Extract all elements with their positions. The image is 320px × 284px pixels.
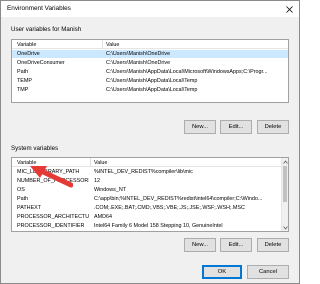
user-edit-button[interactable]: Edit...	[220, 120, 252, 134]
red-arrow-icon	[30, 166, 73, 188]
system-row-pathext[interactable]: PATHEXT .COM;.EXE;.BAT;.CMD;.VBS;.VBE;.J…	[12, 204, 288, 212]
system-row-processor-identifier[interactable]: PROCESSOR_IDENTIFIER Intel64 Family 6 Mo…	[12, 222, 288, 230]
system-col-value[interactable]: Value	[94, 160, 107, 166]
cancel-button[interactable]: Cancel	[247, 265, 289, 279]
scroll-down-icon[interactable]	[282, 224, 288, 231]
user-col-value[interactable]: Value	[106, 42, 119, 48]
user-row-temp[interactable]: TEMP C:\Users\Manish\AppData\Local\Temp	[12, 77, 288, 85]
system-delete-button[interactable]: Delete	[257, 238, 289, 252]
user-delete-button[interactable]: Delete	[257, 120, 289, 134]
environment-variables-dialog: Environment Variables User variables for…	[0, 0, 300, 284]
user-row-path[interactable]: Path C:\Users\Manish\AppData\Local\Micro…	[12, 68, 288, 76]
user-row-onedriveconsumer[interactable]: OneDriveConsumer C:\Users\Manish\OneDriv…	[12, 59, 288, 67]
user-variables-list[interactable]: Variable Value OneDrive C:\Users\Manish\…	[11, 39, 289, 103]
close-icon	[285, 5, 293, 13]
system-edit-button[interactable]: Edit...	[220, 238, 252, 252]
user-row-tmp[interactable]: TMP C:\Users\Manish\AppData\Local\Temp	[12, 86, 288, 94]
user-row-onedrive[interactable]: OneDrive C:\Users\Manish\OneDrive	[12, 50, 288, 59]
system-new-button[interactable]: New...	[184, 238, 216, 252]
ok-button[interactable]: OK	[202, 265, 242, 279]
system-row-path[interactable]: Path C:\app\bin;%INTEL_DEV_REDIST%redist…	[12, 195, 288, 203]
scroll-up-icon[interactable]	[282, 158, 288, 165]
system-list-scrollbar[interactable]	[281, 158, 288, 231]
scroll-thumb[interactable]	[283, 166, 287, 202]
user-variables-title: User variables for Manish	[11, 26, 82, 33]
system-row-processor-architecture[interactable]: PROCESSOR_ARCHITECTURE AMD64	[12, 213, 288, 221]
user-list-header: Variable Value	[12, 40, 288, 49]
title-bar: Environment Variables	[1, 1, 299, 17]
system-variables-title: System variables	[11, 145, 59, 152]
user-col-variable[interactable]: Variable	[17, 42, 36, 48]
window-title: Environment Variables	[7, 5, 71, 12]
close-button[interactable]	[282, 3, 296, 15]
user-new-button[interactable]: New...	[184, 120, 216, 134]
